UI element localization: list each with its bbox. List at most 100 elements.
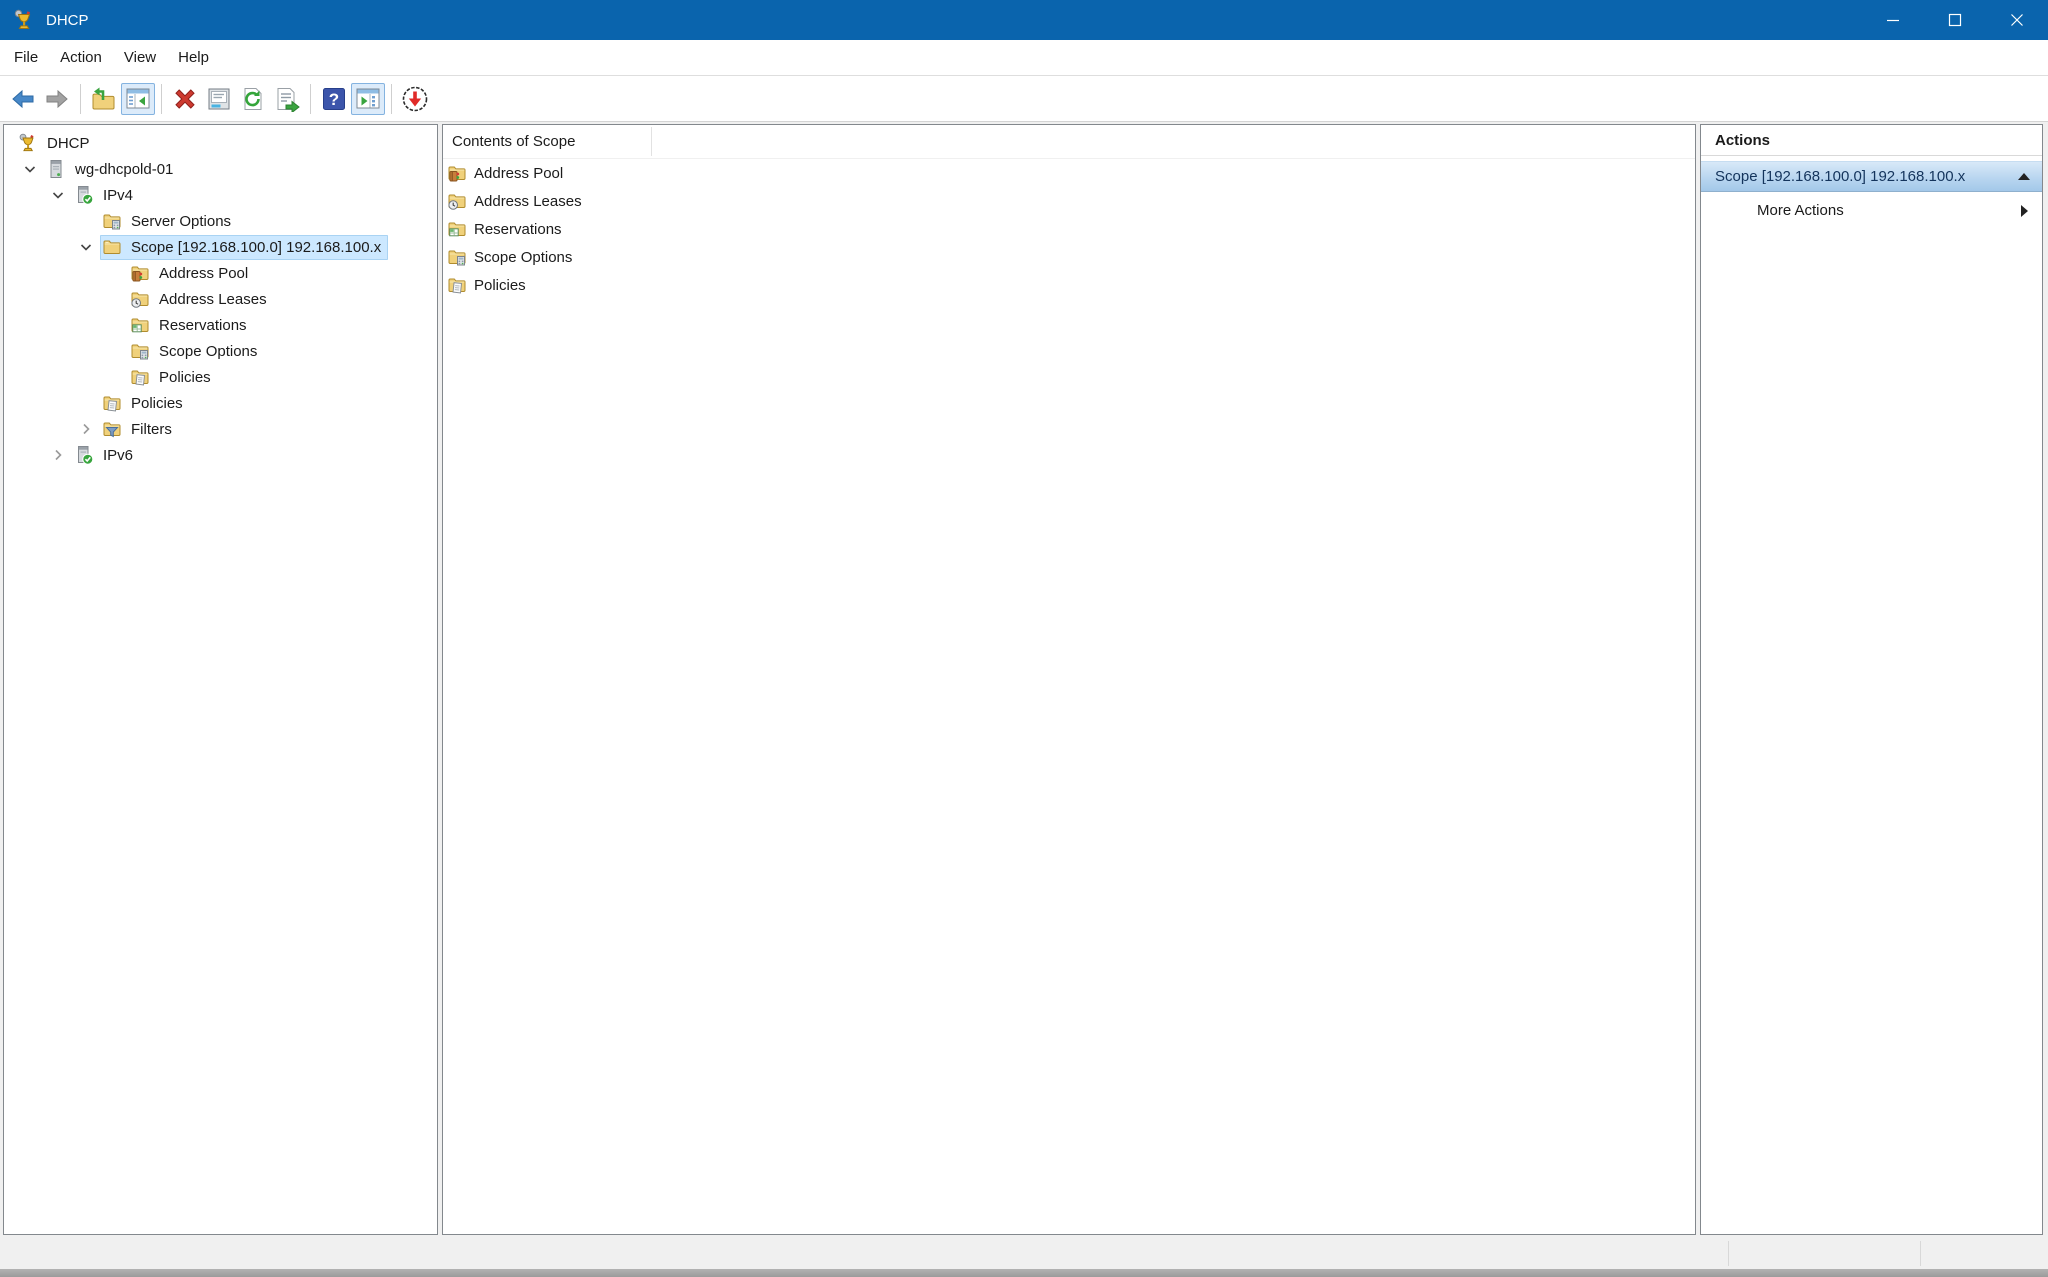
folder-grid-icon — [447, 219, 469, 239]
folder-page-icon — [447, 275, 469, 295]
tree-item-scope-options[interactable]: Scope Options — [4, 338, 437, 364]
tree-item-label: Reservations — [159, 317, 247, 334]
toolbar: ? — [0, 76, 2048, 122]
tree-item-label: Server Options — [131, 213, 231, 230]
menu-file[interactable]: File — [3, 43, 49, 73]
actions-pane-title: Actions — [1701, 125, 2042, 156]
tree-item-label: Scope Options — [159, 343, 257, 360]
chevron-down-icon[interactable] — [72, 239, 100, 255]
svg-text:?: ? — [329, 90, 339, 109]
tree-item-scope[interactable]: Scope [192.168.100.0] 192.168.100.x — [4, 234, 437, 260]
folder-options-icon — [447, 247, 469, 267]
forward-icon[interactable] — [40, 83, 74, 115]
list-item-reservations[interactable]: Reservations — [443, 215, 1695, 243]
maximize-button[interactable] — [1924, 0, 1986, 40]
collapse-icon[interactable] — [2018, 173, 2030, 180]
folder-grid-icon — [130, 315, 152, 335]
list-item-address-leases[interactable]: Address Leases — [443, 187, 1695, 215]
dhcp-app-icon — [13, 9, 35, 31]
menu-help[interactable]: Help — [167, 43, 220, 73]
folder-clock-icon — [447, 191, 469, 211]
status-bar-divider — [1920, 1241, 1921, 1266]
more-actions-label: More Actions — [1757, 202, 2021, 219]
folder-options-icon — [130, 341, 152, 361]
tree-item-dhcp-root[interactable]: DHCP — [4, 130, 437, 156]
tree-item-address-leases[interactable]: Address Leases — [4, 286, 437, 312]
window-title: DHCP — [46, 12, 89, 29]
chevron-right-icon[interactable] — [44, 447, 72, 463]
list-item-label: Address Leases — [474, 193, 582, 210]
tree-item-label: IPv6 — [103, 447, 133, 464]
submenu-arrow-icon — [2021, 205, 2028, 217]
help-icon[interactable]: ? — [317, 83, 351, 115]
server-check-icon — [74, 185, 96, 205]
menu-view[interactable]: View — [113, 43, 167, 73]
dhcp-console-icon — [18, 133, 40, 153]
folder-page-icon — [130, 367, 152, 387]
tree-item-label: Address Pool — [159, 265, 248, 282]
list-item-label: Reservations — [474, 221, 562, 238]
tree-item-ipv4[interactable]: IPv4 — [4, 182, 437, 208]
more-actions-item[interactable]: More Actions — [1701, 192, 2042, 229]
folder-clock-icon — [130, 289, 152, 309]
tree-item-ipv4-policies[interactable]: Policies — [4, 390, 437, 416]
status-bar-divider — [1728, 1241, 1729, 1266]
tree-item-label: Address Leases — [159, 291, 267, 308]
chevron-down-icon[interactable] — [44, 187, 72, 203]
show-action-pane-icon[interactable] — [351, 83, 385, 115]
results-pane: Contents of Scope Address Pool — [442, 124, 1696, 1235]
list-item-address-pool[interactable]: Address Pool — [443, 159, 1695, 187]
tree-item-label: IPv4 — [103, 187, 133, 204]
list-item-label: Scope Options — [474, 249, 572, 266]
menu-bar: File Action View Help — [0, 40, 2048, 76]
column-header-label[interactable]: Contents of Scope — [443, 133, 651, 150]
list-item-scope-options[interactable]: Scope Options — [443, 243, 1695, 271]
tree-item-server-options[interactable]: Server Options — [4, 208, 437, 234]
actions-group-title: Scope [192.168.100.0] 192.168.100.x — [1715, 168, 2018, 185]
back-icon[interactable] — [6, 83, 40, 115]
up-one-level-icon[interactable] — [87, 83, 121, 115]
list-column-header[interactable]: Contents of Scope — [443, 125, 1695, 159]
folder-options-icon — [102, 211, 124, 231]
tree-item-reservations[interactable]: Reservations — [4, 312, 437, 338]
folder-icon — [102, 237, 124, 257]
folder-book-icon — [447, 163, 469, 183]
tree-item-ipv6[interactable]: IPv6 — [4, 442, 437, 468]
chevron-down-icon[interactable] — [16, 161, 44, 177]
list-item-policies[interactable]: Policies — [443, 271, 1695, 299]
show-console-tree-icon[interactable] — [121, 83, 155, 115]
tree-item-server[interactable]: wg-dhcpold-01 — [4, 156, 437, 182]
stop-red-arrow-icon[interactable] — [398, 83, 432, 115]
window-bottom-edge — [0, 1269, 2048, 1277]
menu-action[interactable]: Action — [49, 43, 113, 73]
folder-page-icon — [102, 393, 124, 413]
tree-item-filters[interactable]: Filters — [4, 416, 437, 442]
main-area: DHCP wg-dhcpold-01 — [0, 122, 2048, 1238]
tree-item-label: Filters — [131, 421, 172, 438]
list-item-label: Address Pool — [474, 165, 563, 182]
close-button[interactable] — [1986, 0, 2048, 40]
tree-item-scope-policies[interactable]: Policies — [4, 364, 437, 390]
server-check-icon — [74, 445, 96, 465]
tree-item-label: Policies — [159, 369, 211, 386]
delete-icon[interactable] — [168, 83, 202, 115]
folder-book-icon — [130, 263, 152, 283]
properties-icon[interactable] — [202, 83, 236, 115]
chevron-right-icon[interactable] — [72, 421, 100, 437]
tree-item-label: DHCP — [47, 135, 90, 152]
refresh-icon[interactable] — [236, 83, 270, 115]
tree-item-label: wg-dhcpold-01 — [75, 161, 173, 178]
console-tree-pane: DHCP wg-dhcpold-01 — [3, 124, 438, 1235]
status-bar — [0, 1238, 2048, 1269]
list-item-label: Policies — [474, 277, 526, 294]
tree-item-label: Policies — [131, 395, 183, 412]
actions-pane: Actions Scope [192.168.100.0] 192.168.10… — [1700, 124, 2043, 1235]
column-divider[interactable] — [651, 127, 652, 156]
minimize-button[interactable] — [1862, 0, 1924, 40]
tree-item-address-pool[interactable]: Address Pool — [4, 260, 437, 286]
server-icon — [46, 159, 68, 179]
actions-group-scope[interactable]: Scope [192.168.100.0] 192.168.100.x — [1701, 161, 2042, 192]
title-bar: DHCP — [0, 0, 2048, 40]
tree-item-label: Scope [192.168.100.0] 192.168.100.x — [131, 239, 381, 256]
export-list-icon[interactable] — [270, 83, 304, 115]
